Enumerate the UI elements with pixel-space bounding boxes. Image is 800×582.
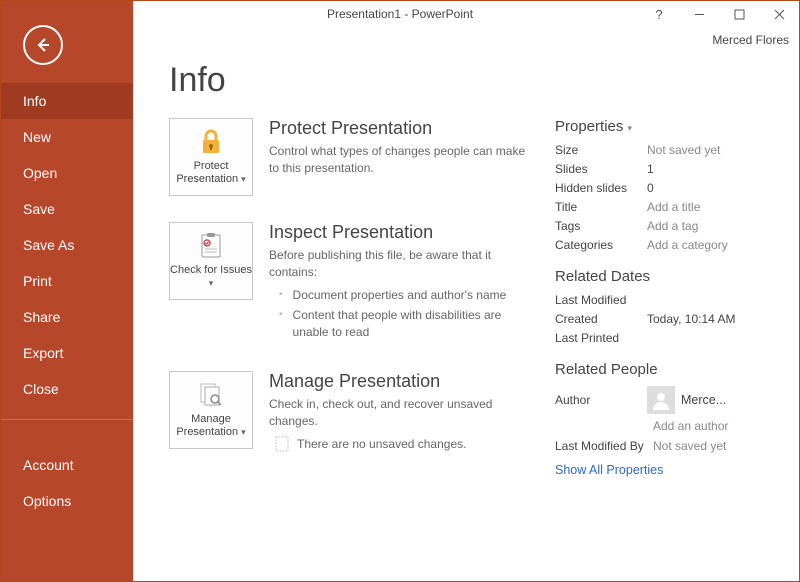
minimize-button[interactable] [679,1,719,27]
nav-save-as[interactable]: Save As [1,227,133,263]
avatar[interactable] [647,386,675,414]
prop-created-label: Created [555,312,647,326]
chevron-down-icon: ▾ [209,278,214,288]
prop-hidden-label: Hidden slides [555,181,647,195]
prop-categories-value[interactable]: Add a category [647,238,728,252]
checklist-icon [196,232,226,260]
protect-title: Protect Presentation [269,118,529,139]
prop-hidden-value: 0 [647,181,654,195]
manage-none: There are no unsaved changes. [297,437,466,451]
nav-print[interactable]: Print [1,263,133,299]
check-for-issues-button[interactable]: Check for Issues ▾ [169,222,253,300]
page-title: Info [169,61,779,100]
manage-title: Manage Presentation [269,371,529,392]
prop-size-value: Not saved yet [647,143,720,157]
user-name[interactable]: Merced Flores [712,33,789,47]
prop-lmb-label: Last Modified By [555,439,653,453]
prop-author-label: Author [555,393,647,407]
inspect-desc: Before publishing this file, be aware th… [269,247,529,281]
prop-categories-label: Categories [555,238,647,252]
inspect-bullet: Content that people with disabilities ar… [293,307,529,341]
chevron-down-icon: ▾ [628,123,633,133]
protect-presentation-button[interactable]: Protect Presentation ▾ [169,118,253,196]
window-title: Presentation1 - PowerPoint [327,7,473,21]
back-button[interactable] [23,25,63,65]
nav-new[interactable]: New [1,119,133,155]
prop-slides-label: Slides [555,162,647,176]
close-button[interactable] [759,1,799,27]
prop-lmb-value: Not saved yet [653,439,726,453]
prop-tags-label: Tags [555,219,647,233]
inspect-title: Inspect Presentation [269,222,529,243]
nav-close[interactable]: Close [1,371,133,407]
maximize-button[interactable] [719,1,759,27]
properties-dropdown[interactable]: Properties ▾ [555,118,779,135]
prop-created-value: Today, 10:14 AM [647,312,736,326]
prop-lastprint-label: Last Printed [555,331,647,345]
help-button[interactable]: ? [639,1,679,27]
chevron-down-icon: ▾ [241,174,246,184]
manage-desc: Check in, check out, and recover unsaved… [269,396,529,430]
prop-title-label: Title [555,200,647,214]
lock-icon [196,128,226,156]
manage-presentation-button[interactable]: Manage Presentation ▾ [169,371,253,449]
person-icon [651,390,671,410]
nav-open[interactable]: Open [1,155,133,191]
prop-author-value[interactable]: Merce... [681,393,726,407]
chevron-down-icon: ▾ [241,427,246,437]
document-icon [275,436,289,452]
prop-slides-value: 1 [647,162,654,176]
inspect-bullet: Document properties and author's name [293,287,507,304]
prop-tags-value[interactable]: Add a tag [647,219,698,233]
show-all-properties[interactable]: Show All Properties [555,463,779,477]
prop-title-value[interactable]: Add a title [647,200,700,214]
nav-share[interactable]: Share [1,299,133,335]
protect-desc: Control what types of changes people can… [269,143,529,177]
nav-info[interactable]: Info [1,83,133,119]
nav-options[interactable]: Options [1,483,133,519]
related-people-header: Related People [555,361,779,378]
prop-size-label: Size [555,143,647,157]
arrow-left-icon [33,35,53,55]
backstage-sidebar: Info New Open Save Save As Print Share E… [1,1,133,581]
add-author[interactable]: Add an author [653,419,779,433]
nav-export[interactable]: Export [1,335,133,371]
prop-lastmod-label: Last Modified [555,293,647,307]
related-dates-header: Related Dates [555,268,779,285]
content-area: Info Protect Presentation ▾ Protect Pres… [133,49,799,581]
documents-icon [196,381,226,409]
nav-save[interactable]: Save [1,191,133,227]
nav-account[interactable]: Account [1,447,133,483]
